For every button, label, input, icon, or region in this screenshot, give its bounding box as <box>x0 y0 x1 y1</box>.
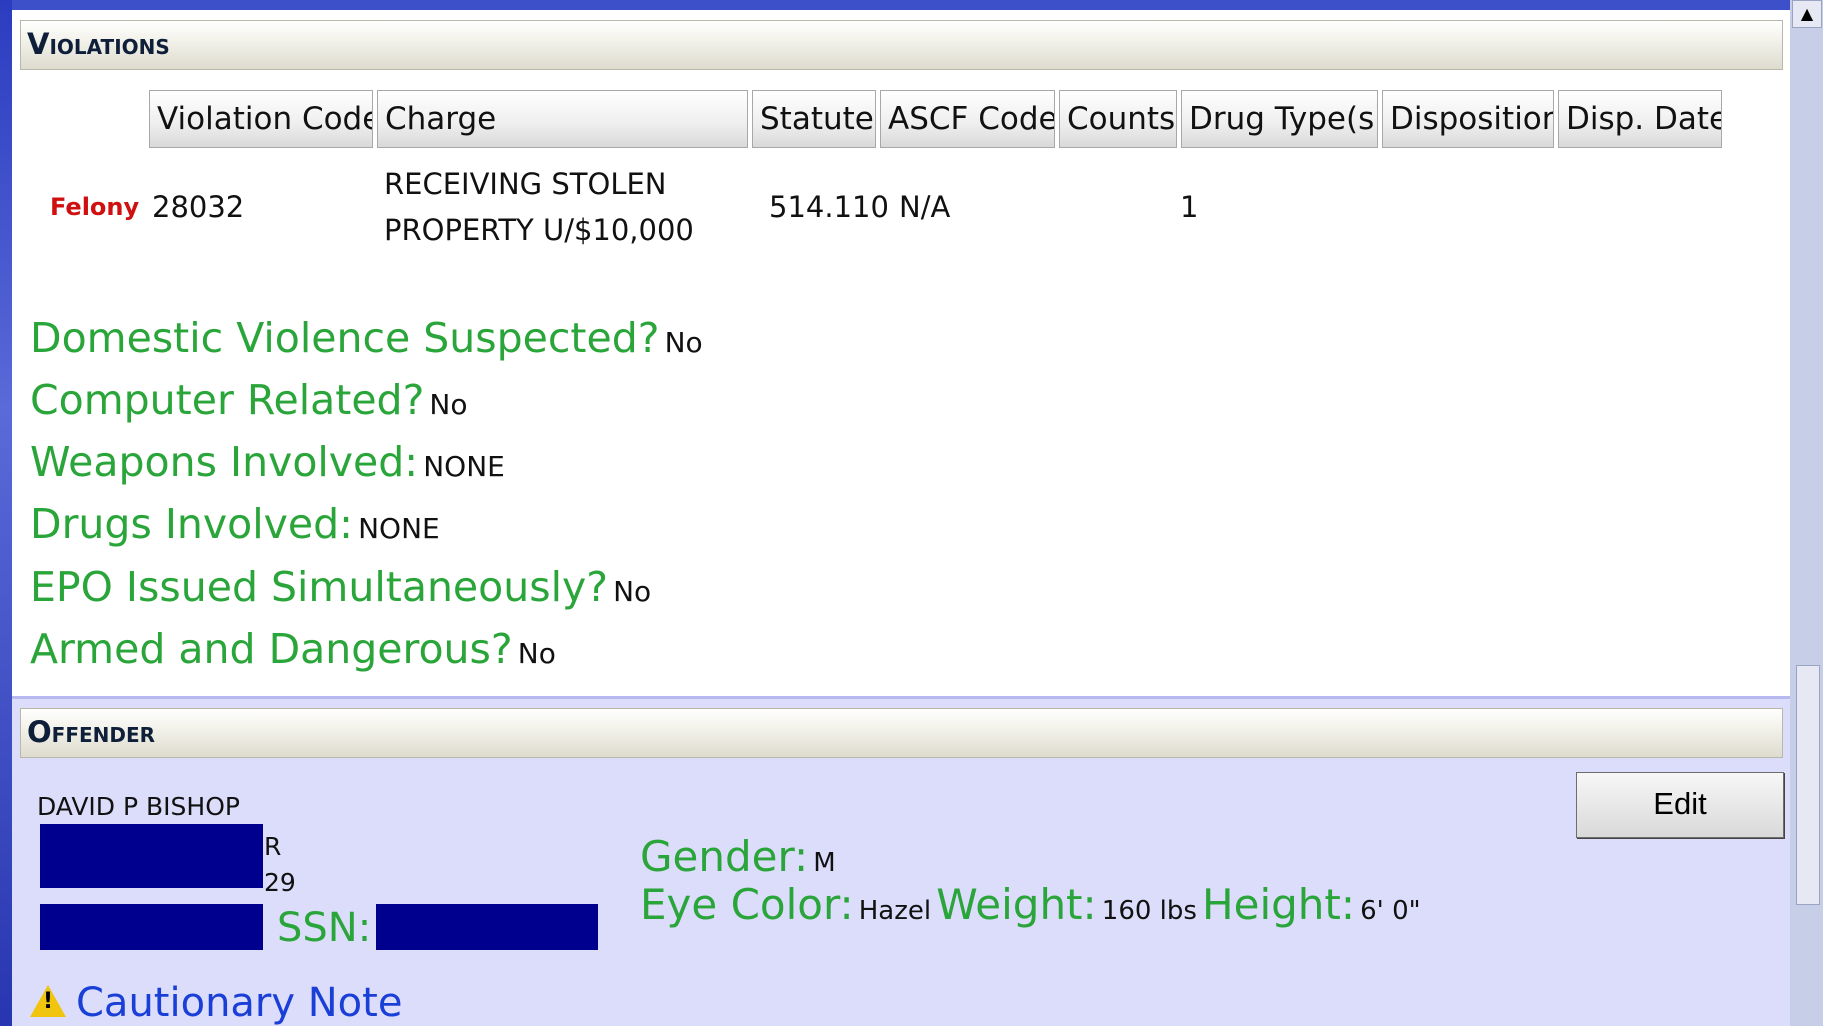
window-left-edge <box>0 0 12 1026</box>
field-value: No <box>429 388 468 421</box>
col-drug-types[interactable]: Drug Type(s) <box>1181 90 1378 148</box>
edit-button[interactable]: Edit <box>1576 772 1784 838</box>
statute-cell: 514.110 <box>769 190 889 224</box>
charge-line-1: RECEIVING STOLEN <box>384 167 667 201</box>
weight-label: Weight: <box>936 880 1097 929</box>
ascf-code-cell: N/A <box>899 190 951 224</box>
computer-related-row: Computer Related? No <box>30 376 468 424</box>
armed-dangerous-row: Armed and Dangerous? No <box>30 625 556 673</box>
field-value: NONE <box>358 512 440 545</box>
cautionary-note-link[interactable]: Cautionary Note <box>30 980 402 1026</box>
height-value: 6' 0" <box>1360 896 1421 926</box>
address-fragment: 29 <box>264 868 296 897</box>
field-label: Armed and Dangerous? <box>30 625 513 673</box>
domestic-violence-row: Domestic Violence Suspected? No <box>30 314 703 362</box>
field-label: Weapons Involved: <box>30 438 419 486</box>
physical-description-row: Eye Color: Hazel Weight: 160 lbs Height:… <box>640 880 1421 929</box>
col-disposition[interactable]: Disposition <box>1382 90 1554 148</box>
field-value: No <box>664 326 703 359</box>
violation-code-cell: 28032 <box>152 190 245 224</box>
drugs-involved-row: Drugs Involved: NONE <box>30 500 440 548</box>
gender-label: Gender: <box>640 832 809 881</box>
gender-row: Gender: M <box>640 832 836 881</box>
col-counts[interactable]: Counts <box>1059 90 1177 148</box>
field-label: EPO Issued Simultaneously? <box>30 563 609 611</box>
col-disp-date[interactable]: Disp. Date <box>1558 90 1722 148</box>
window-top-edge <box>0 0 1823 10</box>
eye-color-value: Hazel <box>858 896 932 926</box>
offender-name: DAVID P BISHOP <box>37 792 240 821</box>
counts-cell: 1 <box>1180 190 1199 224</box>
ssn-label: SSN: <box>277 905 372 951</box>
col-charge[interactable]: Charge <box>377 90 748 148</box>
up-arrow-icon[interactable]: ▲ <box>1792 0 1822 28</box>
height-label: Height: <box>1202 880 1356 929</box>
redacted-field <box>40 904 263 950</box>
field-value: No <box>613 575 652 608</box>
col-violation-code[interactable]: Violation Code <box>149 90 373 148</box>
redacted-address <box>40 824 263 888</box>
violations-header: Violations <box>20 20 1783 70</box>
gender-value: M <box>813 848 836 878</box>
eye-color-label: Eye Color: <box>640 880 854 929</box>
charge-line-2: PROPERTY U/$10,000 <box>384 213 694 247</box>
field-value: No <box>517 637 556 670</box>
scrollbar-thumb[interactable] <box>1796 665 1820 905</box>
weapons-involved-row: Weapons Involved: NONE <box>30 438 505 486</box>
epo-issued-row: EPO Issued Simultaneously? No <box>30 563 651 611</box>
field-label: Domestic Violence Suspected? <box>30 314 660 362</box>
field-label: Drugs Involved: <box>30 500 353 548</box>
field-value: NONE <box>423 450 505 483</box>
warning-triangle-icon <box>30 985 66 1017</box>
offender-header: Offender <box>20 708 1783 758</box>
redacted-ssn <box>376 904 598 950</box>
address-fragment: R <box>264 832 282 861</box>
col-ascf-code[interactable]: ASCF Code <box>880 90 1055 148</box>
col-statute[interactable]: Statute <box>752 90 876 148</box>
field-label: Computer Related? <box>30 376 425 424</box>
weight-value: 160 lbs <box>1101 896 1197 926</box>
felony-badge: Felony <box>50 193 140 221</box>
cautionary-note-label[interactable]: Cautionary Note <box>76 980 402 1026</box>
